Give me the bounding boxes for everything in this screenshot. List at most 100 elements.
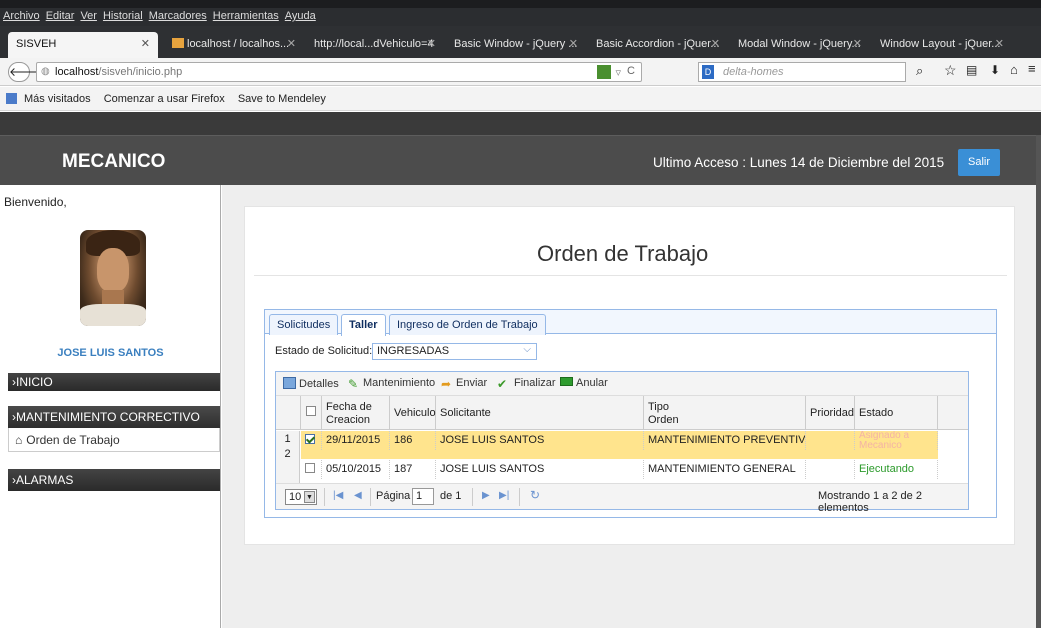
row-checkbox[interactable] <box>301 460 322 479</box>
dropdown-icon[interactable]: ▿ <box>615 66 621 79</box>
sidebar-item-inicio[interactable]: ›INICIO <box>8 373 220 391</box>
bookmark-mendeley[interactable]: Save to Mendeley <box>238 93 326 105</box>
window-top-edge <box>0 0 1041 8</box>
tab-label: Basic Window - jQuery ... <box>454 38 578 50</box>
col-tipo-orden[interactable]: Tipo Orden <box>644 396 806 430</box>
cell-tipo-orden: MANTENIMIENTO GENERAL <box>644 460 806 479</box>
clipboard-icon[interactable]: ▤ <box>966 63 977 77</box>
pencil-icon: ✎ <box>348 377 359 391</box>
reload-icon[interactable]: C <box>627 65 635 77</box>
download-icon[interactable]: ⬇ <box>990 63 1000 77</box>
table-row[interactable]: 05/10/2015 187 JOSE LUIS SANTOS MANTENIM… <box>301 460 938 479</box>
tab-solicitudes[interactable]: Solicitudes <box>269 314 339 335</box>
menu-herramientas[interactable]: Herramientas <box>210 8 282 24</box>
bookmark-mas-visitados[interactable]: Más visitados <box>24 93 91 105</box>
cell-estado: Ejecutando <box>855 460 938 479</box>
tab-label: Basic Accordion - jQuer... <box>596 38 720 50</box>
close-icon[interactable]: ✕ <box>711 37 720 50</box>
pager-separator <box>519 488 520 506</box>
tab-label: localhost / localhos... <box>187 38 290 50</box>
logout-button[interactable]: Salir <box>958 149 1000 176</box>
pager-separator <box>324 488 325 506</box>
search-engine-icon[interactable]: D <box>702 65 714 79</box>
browser-tab-localhost[interactable]: localhost / localhos... ✕ <box>164 32 304 58</box>
close-icon[interactable]: ✕ <box>995 37 1004 50</box>
select-all-checkbox[interactable] <box>301 396 322 430</box>
cell-prioridad <box>806 431 855 450</box>
tab-label: SISVEH <box>16 38 57 50</box>
page-size-select[interactable]: 10 ▼ <box>285 489 317 505</box>
anular-label: Anular <box>576 377 608 389</box>
cell-fecha: 05/10/2015 <box>322 460 390 479</box>
detalles-button[interactable]: Detalles <box>283 377 339 390</box>
col-prioridad[interactable]: Prioridad <box>806 396 855 430</box>
chevron-down-icon: ▼ <box>304 491 315 503</box>
close-icon[interactable]: ✕ <box>427 37 436 50</box>
browser-tab-modal-window[interactable]: Modal Window - jQuery... ✕ <box>730 32 870 58</box>
menu-marcadores[interactable]: Marcadores <box>146 8 210 24</box>
rownum-header <box>276 396 301 430</box>
url-bar[interactable]: ◍ localhost/sisveh/inicio.php ▿ C <box>36 62 642 82</box>
sidebar-item-mantenimiento-correctivo[interactable]: ›MANTENIMIENTO CORRECTIVO <box>8 406 220 428</box>
col-vehiculo[interactable]: Vehiculo <box>390 396 436 430</box>
menu-ayuda[interactable]: Ayuda <box>282 8 319 24</box>
last-page-icon[interactable]: ▶| <box>499 490 509 501</box>
browser-menubar: Archivo Editar Ver Historial Marcadores Herra… <box>0 8 1041 26</box>
menu-ver[interactable]: Ver <box>77 8 100 24</box>
next-page-icon[interactable]: ▶ <box>482 490 490 501</box>
col-fecha[interactable]: Fecha de Creacion <box>322 396 390 430</box>
menu-icon[interactable]: ≡ <box>1028 61 1036 76</box>
col-solicitante[interactable]: Solicitante <box>436 396 644 430</box>
cell-solicitante: JOSE LUIS SANTOS <box>436 460 644 479</box>
row-checkbox[interactable] <box>301 431 322 450</box>
home-icon: ⌂ <box>15 433 23 447</box>
last-access-text: Ultimo Acceso : Lunes 14 de Diciembre de… <box>653 155 945 170</box>
mantenimiento-label: Mantenimiento <box>363 377 436 389</box>
sidebar-item-orden-de-trabajo[interactable]: ⌂ Orden de Trabajo <box>8 428 220 452</box>
page-number-input[interactable]: 1 <box>412 488 434 505</box>
close-icon[interactable]: ✕ <box>287 37 296 50</box>
table-row[interactable]: 29/11/2015 186 JOSE LUIS SANTOS MANTENIM… <box>301 431 938 450</box>
pager-separator <box>370 488 371 506</box>
menu-editar[interactable]: Editar <box>43 8 78 24</box>
sidebar-item-label: Orden de Trabajo <box>26 433 120 447</box>
sidebar-item-alarmas[interactable]: ›ALARMAS <box>8 469 220 491</box>
pager-summary: Mostrando 1 a 2 de 2 elementos <box>818 490 922 514</box>
menu-archivo[interactable]: Archivo <box>0 8 43 24</box>
browser-tab-basic-accordion[interactable]: Basic Accordion - jQuer... ✕ <box>588 32 728 58</box>
search-input[interactable]: D delta-homes <box>698 62 906 82</box>
anular-button[interactable]: Anular <box>560 377 608 389</box>
close-icon[interactable]: ✕ <box>141 37 150 50</box>
tab-ingreso-orden[interactable]: Ingreso de Orden de Trabajo <box>389 314 546 335</box>
bookmark-firefox[interactable]: Comenzar a usar Firefox <box>104 93 225 105</box>
browser-tab-sisveh[interactable]: SISVEH ✕ <box>8 32 158 58</box>
home-icon[interactable]: ⌂ <box>1010 62 1018 77</box>
star-icon[interactable]: ☆ <box>944 62 957 79</box>
refresh-icon[interactable]: ↻ <box>530 488 540 502</box>
page-edge <box>1036 135 1041 628</box>
tab-label: Modal Window - jQuery... <box>738 38 861 50</box>
col-estado[interactable]: Estado <box>855 396 938 430</box>
addon-icon[interactable] <box>597 65 611 79</box>
globe-icon: ◍ <box>41 66 50 77</box>
finalizar-button[interactable]: ✔ Finalizar <box>497 377 556 391</box>
close-icon[interactable]: ✕ <box>853 37 862 50</box>
browser-tab-basic-window[interactable]: Basic Window - jQuery ... ✕ <box>446 32 586 58</box>
browser-tab-vehiculo[interactable]: http://local...dVehiculo=4 ✕ <box>306 32 444 58</box>
mantenimiento-button[interactable]: ✎ Mantenimiento <box>348 377 436 391</box>
status-select[interactable]: INGRESADAS ⌵ <box>372 343 537 360</box>
prev-page-icon[interactable]: ◀ <box>354 490 362 501</box>
back-icon[interactable]: 🡐 <box>8 62 41 82</box>
bookmarks-bar: Más visitados Comenzar a usar Firefox Sa… <box>0 87 1041 111</box>
page-label: Página <box>376 490 411 502</box>
menu-historial[interactable]: Historial <box>100 8 146 24</box>
first-page-icon[interactable]: |◀ <box>333 490 343 501</box>
enviar-button[interactable]: ➦ Enviar <box>441 377 487 391</box>
browser-tab-window-layout[interactable]: Window Layout - jQuer... ✕ <box>872 32 1012 58</box>
check-icon: ✔ <box>497 377 508 391</box>
search-icon[interactable]: ⌕ <box>916 63 923 79</box>
page-count: de 1 <box>440 490 462 502</box>
row-number: 2 <box>276 448 300 460</box>
tab-taller[interactable]: Taller <box>341 314 386 336</box>
close-icon[interactable]: ✕ <box>569 37 578 50</box>
